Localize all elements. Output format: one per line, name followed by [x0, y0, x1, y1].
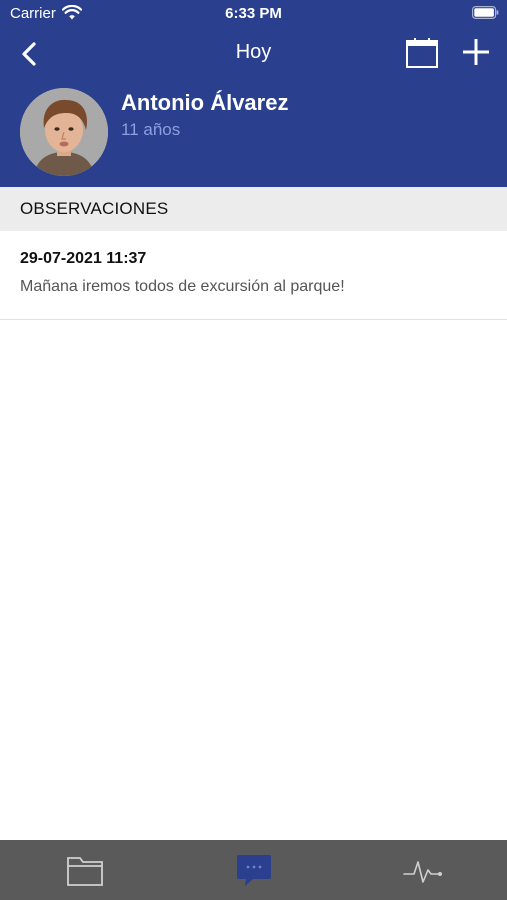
child-photo [20, 88, 108, 176]
battery-icon [472, 6, 499, 19]
observation-text: Mañana iremos todos de excursión al parq… [20, 278, 345, 295]
chat-bubble-icon[interactable] [230, 850, 278, 890]
section-header: OBSERVACIONES [0, 187, 507, 231]
section-title: OBSERVACIONES [20, 199, 169, 218]
status-bar: Carrier 6:33 PM [0, 0, 507, 28]
navigation-bar: Hoy [0, 30, 507, 76]
child-age: 11 años [121, 120, 181, 139]
tab-bar [0, 840, 507, 900]
add-button[interactable] [460, 36, 492, 68]
pulse-icon[interactable] [400, 850, 448, 890]
list-item[interactable]: 29-07-2021 11:37 Mañana iremos todos de … [0, 231, 507, 320]
avatar [20, 88, 108, 176]
observation-date: 29-07-2021 11:37 [20, 250, 147, 267]
calendar-icon[interactable] [405, 36, 439, 70]
clock: 6:33 PM [225, 5, 282, 22]
child-name: Antonio Álvarez [121, 90, 289, 115]
header: Carrier 6:33 PM Hoy Antonio Álvarez 11 a… [0, 0, 507, 187]
folder-icon[interactable] [61, 850, 109, 890]
